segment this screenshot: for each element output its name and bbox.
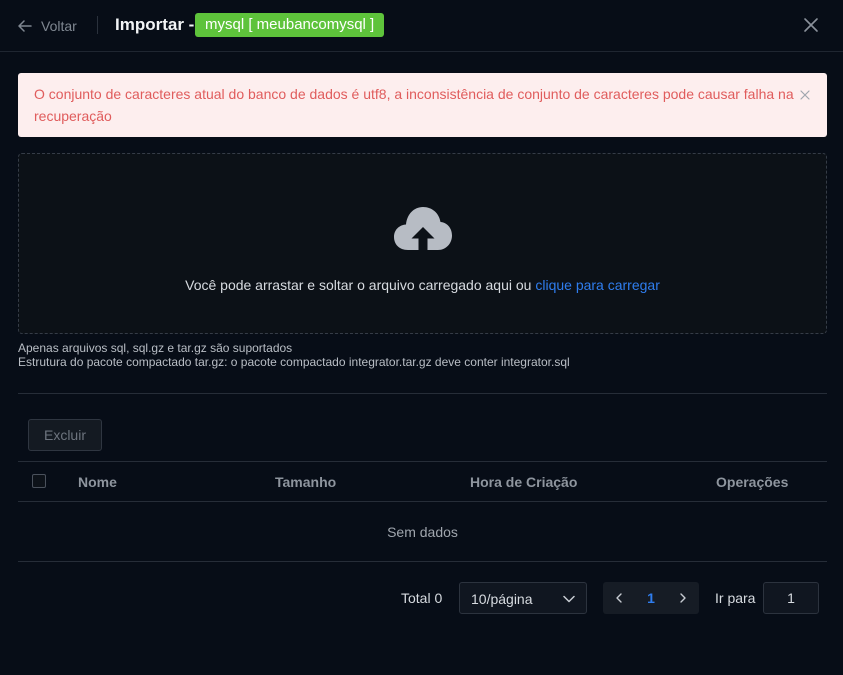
page-size-value: 10/página [471,591,533,607]
close-button[interactable] [802,16,820,34]
table-header: Nome Tamanho Hora de Criação Operações [18,461,827,502]
click-to-upload-link[interactable]: clique para carregar [535,277,660,293]
page-number[interactable]: 1 [635,582,667,614]
database-tag: mysql [ meubancomysql ] [195,13,385,37]
select-all-checkbox[interactable] [32,474,46,488]
section-divider [18,393,827,394]
next-page-button[interactable] [667,582,699,614]
chevron-right-icon [680,593,686,603]
alert-message: O conjunto de caracteres atual do banco … [34,86,794,124]
pagination: 1 [603,582,699,614]
empty-state-text: Sem dados [387,524,458,540]
dropzone-text: Você pode arrastar e soltar o arquivo ca… [19,277,826,293]
upload-dropzone[interactable]: Você pode arrastar e soltar o arquivo ca… [18,153,827,334]
page-size-select[interactable]: 10/página [459,582,587,614]
package-structure-hint: Estrutura do pacote compactado tar.gz: o… [18,355,570,369]
close-icon [800,90,810,100]
supported-files-hint: Apenas arquivos sql, sql.gz e tar.gz são… [18,341,293,355]
cloud-upload-icon [394,207,452,250]
previous-page-button[interactable] [603,582,635,614]
close-icon [804,18,818,32]
dropzone-instructions: Você pode arrastar e soltar o arquivo ca… [185,277,536,293]
delete-button[interactable]: Excluir [28,419,102,451]
back-button[interactable]: Voltar [18,14,77,38]
page-title: Importar - [115,15,195,34]
charset-warning-alert: O conjunto de caracteres atual do banco … [18,73,827,137]
total-count: Total 0 [401,590,443,606]
table-empty-row: Sem dados [18,502,827,562]
column-header-operations: Operações [716,474,789,490]
back-label: Voltar [41,18,77,34]
column-header-created-time[interactable]: Hora de Criação [470,474,577,490]
goto-page-label: Ir para [715,590,756,606]
goto-page-input[interactable] [763,582,819,614]
arrow-left-icon [18,20,32,32]
dialog-header: Voltar Importar - mysql [ meubancomysql … [0,0,843,52]
column-header-size[interactable]: Tamanho [275,474,336,490]
alert-close-button[interactable] [800,87,810,100]
column-header-name[interactable]: Nome [78,474,117,490]
chevron-down-icon [563,595,575,603]
header-divider [97,16,98,34]
chevron-left-icon [616,593,622,603]
